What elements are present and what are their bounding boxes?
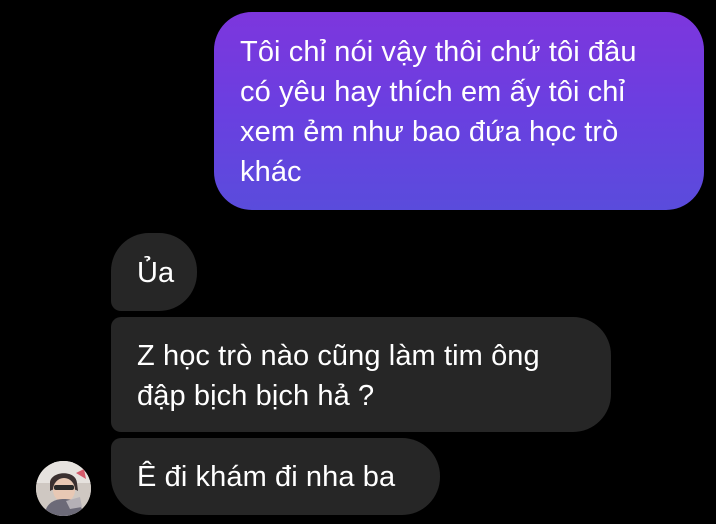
incoming-message-bubble[interactable]: Ủa (111, 233, 197, 311)
outgoing-message-bubble[interactable]: Tôi chỉ nói vậy thôi chứ tôi đâu có yêu … (214, 12, 704, 210)
profile-photo-avatar-icon (36, 461, 91, 516)
contact-avatar[interactable] (36, 461, 91, 516)
chat-thread: Tôi chỉ nói vậy thôi chứ tôi đâu có yêu … (0, 0, 716, 524)
incoming-message-bubble[interactable]: Z học trò nào cũng làm tim ông đập bịch … (111, 317, 611, 432)
incoming-message-bubble[interactable]: Ê đi khám đi nha ba (111, 438, 440, 515)
